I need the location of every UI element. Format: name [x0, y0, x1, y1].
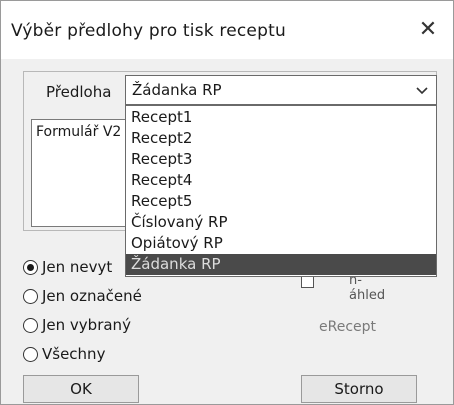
dropdown-item-recept1[interactable]: Recept1	[126, 107, 436, 128]
ok-button[interactable]: OK	[23, 375, 139, 403]
dropdown-item-cislovany-rp[interactable]: Číslovaný RP	[126, 212, 436, 233]
template-select-value: Žádanka RP	[132, 81, 222, 99]
window-title: Výběr předlohy pro tisk receptu	[11, 21, 286, 41]
radio-label: Všechny	[42, 345, 106, 363]
checkbox-label: n­áhled	[349, 273, 386, 303]
radio-button[interactable]	[23, 346, 38, 362]
template-label: Předloha	[46, 83, 112, 101]
radio-button[interactable]	[23, 288, 38, 304]
template-select[interactable]: Žádanka RP	[125, 75, 437, 105]
close-icon[interactable]: ✕	[411, 13, 445, 47]
dropdown-item-recept2[interactable]: Recept2	[126, 128, 436, 149]
radio-label: Jen označené	[42, 287, 142, 305]
dropdown-item-recept5[interactable]: Recept5	[126, 191, 436, 212]
cancel-button[interactable]: Storno	[301, 375, 417, 403]
chevron-down-icon[interactable]	[412, 80, 432, 100]
erecept-label: eRecept	[319, 319, 377, 335]
dropdown-item-zadanka-rp[interactable]: Žádanka RP	[126, 254, 436, 275]
radio-label: Jen vybraný	[42, 316, 131, 334]
form-text-box[interactable]: Formulář V2	[31, 119, 127, 227]
print-template-dialog: Výběr předlohy pro tisk receptu ✕ Předlo…	[0, 0, 454, 405]
radio-label: Jen nevyt	[42, 258, 113, 276]
dropdown-item-opiatovy-rp[interactable]: Opiátový RP	[126, 233, 436, 254]
template-dropdown-list: Recept1 Recept2 Recept3 Recept4 Recept5 …	[125, 105, 437, 277]
title-bar: Výběr předlohy pro tisk receptu ✕	[1, 1, 453, 59]
dropdown-item-recept3[interactable]: Recept3	[126, 149, 436, 170]
dropdown-item-recept4[interactable]: Recept4	[126, 170, 436, 191]
radio-button[interactable]	[23, 317, 38, 333]
radio-jen-oznacene[interactable]: Jen označené	[23, 285, 142, 307]
radio-vsechny[interactable]: Všechny	[23, 343, 105, 365]
form-text: Formulář V2	[36, 124, 122, 140]
radio-button[interactable]	[23, 259, 38, 275]
radio-jen-vybrany[interactable]: Jen vybraný	[23, 314, 131, 336]
radio-jen-nevytistene[interactable]: Jen nevyt	[23, 256, 112, 278]
